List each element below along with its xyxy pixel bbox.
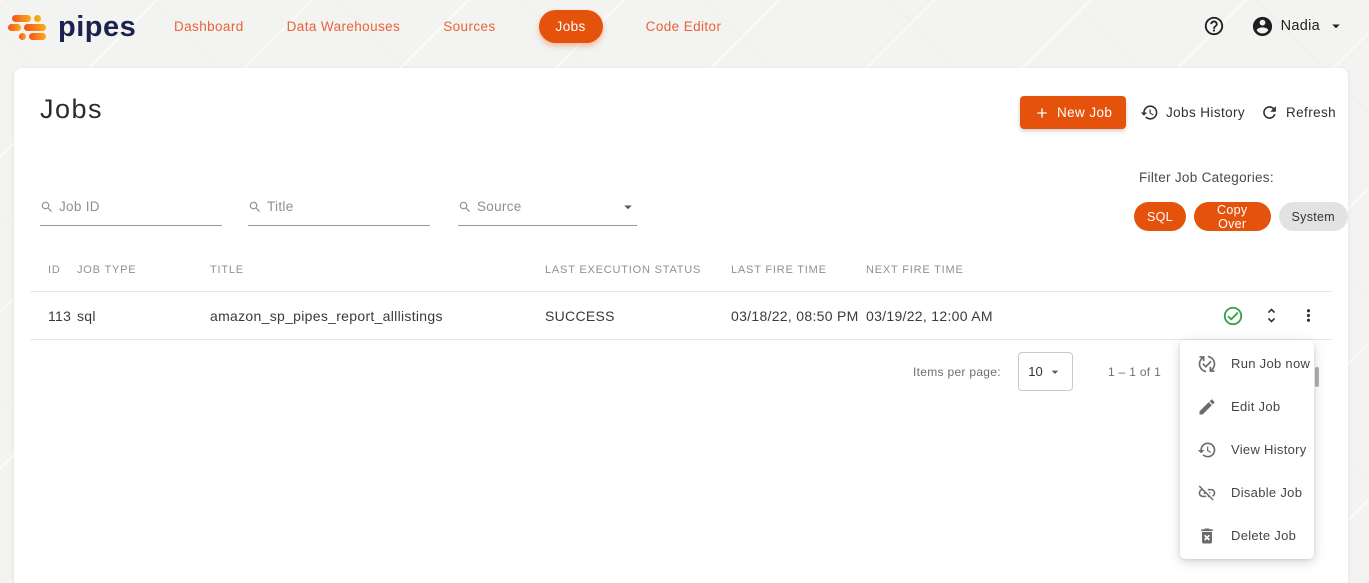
search-icon — [40, 200, 54, 214]
column-header-last-execution-status: LAST EXECUTION STATUS — [545, 264, 731, 276]
expand-collapse-icon[interactable] — [1262, 306, 1281, 325]
items-per-page-select[interactable]: 10 — [1018, 352, 1073, 391]
menu-item-label: Run Job now — [1231, 356, 1310, 371]
column-header-job-type: JOB TYPE — [77, 264, 210, 276]
search-icon — [458, 200, 472, 214]
new-job-button[interactable]: New Job — [1020, 96, 1126, 129]
pipes-logo-icon — [8, 13, 50, 43]
user-menu[interactable]: Nadia — [1251, 15, 1345, 38]
menu-item-label: View History — [1231, 442, 1307, 457]
menu-item-label: Disable Job — [1231, 485, 1302, 500]
items-per-page-label: Items per page: — [913, 365, 1001, 379]
delete-job-icon — [1197, 526, 1217, 546]
row-actions — [1222, 305, 1332, 327]
menu-item-edit-job[interactable]: Edit Job — [1180, 385, 1314, 428]
nav-item-dashboard[interactable]: Dashboard — [174, 19, 244, 34]
avatar-icon — [1251, 15, 1274, 38]
menu-item-label: Delete Job — [1231, 528, 1296, 543]
menu-item-view-history[interactable]: View History — [1180, 428, 1314, 471]
cell-job-type: sql — [77, 308, 210, 324]
pagination-range: 1 – 1 of 1 — [1108, 365, 1161, 379]
status-enabled-icon[interactable] — [1222, 305, 1244, 327]
jobs-card: Jobs New Job Jobs History Refresh — [14, 68, 1348, 583]
edit-icon — [1197, 397, 1217, 417]
view-history-icon — [1197, 440, 1217, 460]
refresh-label: Refresh — [1286, 105, 1336, 120]
cell-last-fire-time: 03/18/22, 08:50 PM — [731, 308, 866, 324]
chevron-down-icon — [1327, 17, 1345, 35]
page-title: Jobs — [40, 94, 103, 125]
column-header-next-fire-time: NEXT FIRE TIME — [866, 264, 1121, 276]
chevron-down-icon — [1047, 364, 1063, 380]
chip-sql[interactable]: SQL — [1134, 202, 1186, 231]
brand-logo[interactable]: pipes — [8, 11, 136, 44]
menu-item-disable-job[interactable]: Disable Job — [1180, 471, 1314, 514]
refresh-icon — [1260, 103, 1279, 122]
source-input[interactable] — [477, 199, 614, 214]
jobs-history-label: Jobs History — [1166, 105, 1245, 120]
cell-next-fire-time: 03/19/22, 12:00 AM — [866, 308, 1121, 324]
job-id-input[interactable] — [59, 199, 222, 214]
chip-system[interactable]: System — [1279, 202, 1348, 231]
column-header-title: TITLE — [210, 264, 545, 276]
search-icon — [248, 200, 262, 214]
cell-status: SUCCESS — [545, 308, 731, 324]
nav-item-code-editor[interactable]: Code Editor — [646, 19, 722, 34]
row-context-menu: Run Job now Edit Job View History Disabl… — [1180, 340, 1314, 559]
nav-item-sources[interactable]: Sources — [443, 19, 495, 34]
chevron-down-icon — [619, 198, 637, 216]
column-header-last-fire-time: LAST FIRE TIME — [731, 264, 866, 276]
row-kebab-menu-icon[interactable] — [1299, 306, 1318, 325]
jobs-history-button[interactable]: Jobs History — [1140, 96, 1245, 129]
table-header-row: ID JOB TYPE TITLE LAST EXECUTION STATUS … — [30, 248, 1332, 292]
help-icon[interactable] — [1203, 15, 1225, 37]
new-job-label: New Job — [1057, 105, 1112, 120]
nav-item-data-warehouses[interactable]: Data Warehouses — [287, 19, 401, 34]
disable-job-icon — [1197, 483, 1217, 503]
title-input[interactable] — [267, 199, 430, 214]
table-row[interactable]: 113 sql amazon_sp_pipes_report_alllistin… — [30, 292, 1332, 340]
run-job-icon — [1197, 354, 1217, 374]
jobs-table: ID JOB TYPE TITLE LAST EXECUTION STATUS … — [30, 248, 1332, 340]
cell-title: amazon_sp_pipes_report_alllistings — [210, 308, 545, 324]
cell-id: 113 — [30, 308, 77, 324]
nav-right-section: Nadia — [1203, 0, 1345, 52]
nav-links: Dashboard Data Warehouses Sources Jobs C… — [174, 0, 721, 52]
title-filter-field[interactable] — [248, 188, 430, 226]
history-icon — [1140, 103, 1159, 122]
top-navigation-bar: pipes Dashboard Data Warehouses Sources … — [0, 0, 1369, 52]
menu-item-delete-job[interactable]: Delete Job — [1180, 514, 1314, 557]
menu-item-run-job-now[interactable]: Run Job now — [1180, 342, 1314, 385]
items-per-page-value: 10 — [1028, 364, 1042, 379]
source-filter-dropdown[interactable] — [458, 188, 637, 226]
refresh-button[interactable]: Refresh — [1260, 96, 1336, 129]
nav-item-jobs-active[interactable]: Jobs — [539, 10, 603, 43]
job-id-filter-field[interactable] — [40, 188, 222, 226]
menu-item-label: Edit Job — [1231, 399, 1280, 414]
plus-icon — [1034, 105, 1050, 121]
brand-name: pipes — [58, 11, 136, 44]
column-header-id: ID — [30, 264, 77, 276]
category-chips: SQL Copy Over System — [1134, 202, 1348, 231]
user-name: Nadia — [1281, 18, 1320, 34]
scrollbar-thumb[interactable] — [1315, 367, 1319, 387]
filter-categories-label: Filter Job Categories: — [1139, 170, 1274, 185]
chip-copy-over[interactable]: Copy Over — [1194, 202, 1271, 231]
